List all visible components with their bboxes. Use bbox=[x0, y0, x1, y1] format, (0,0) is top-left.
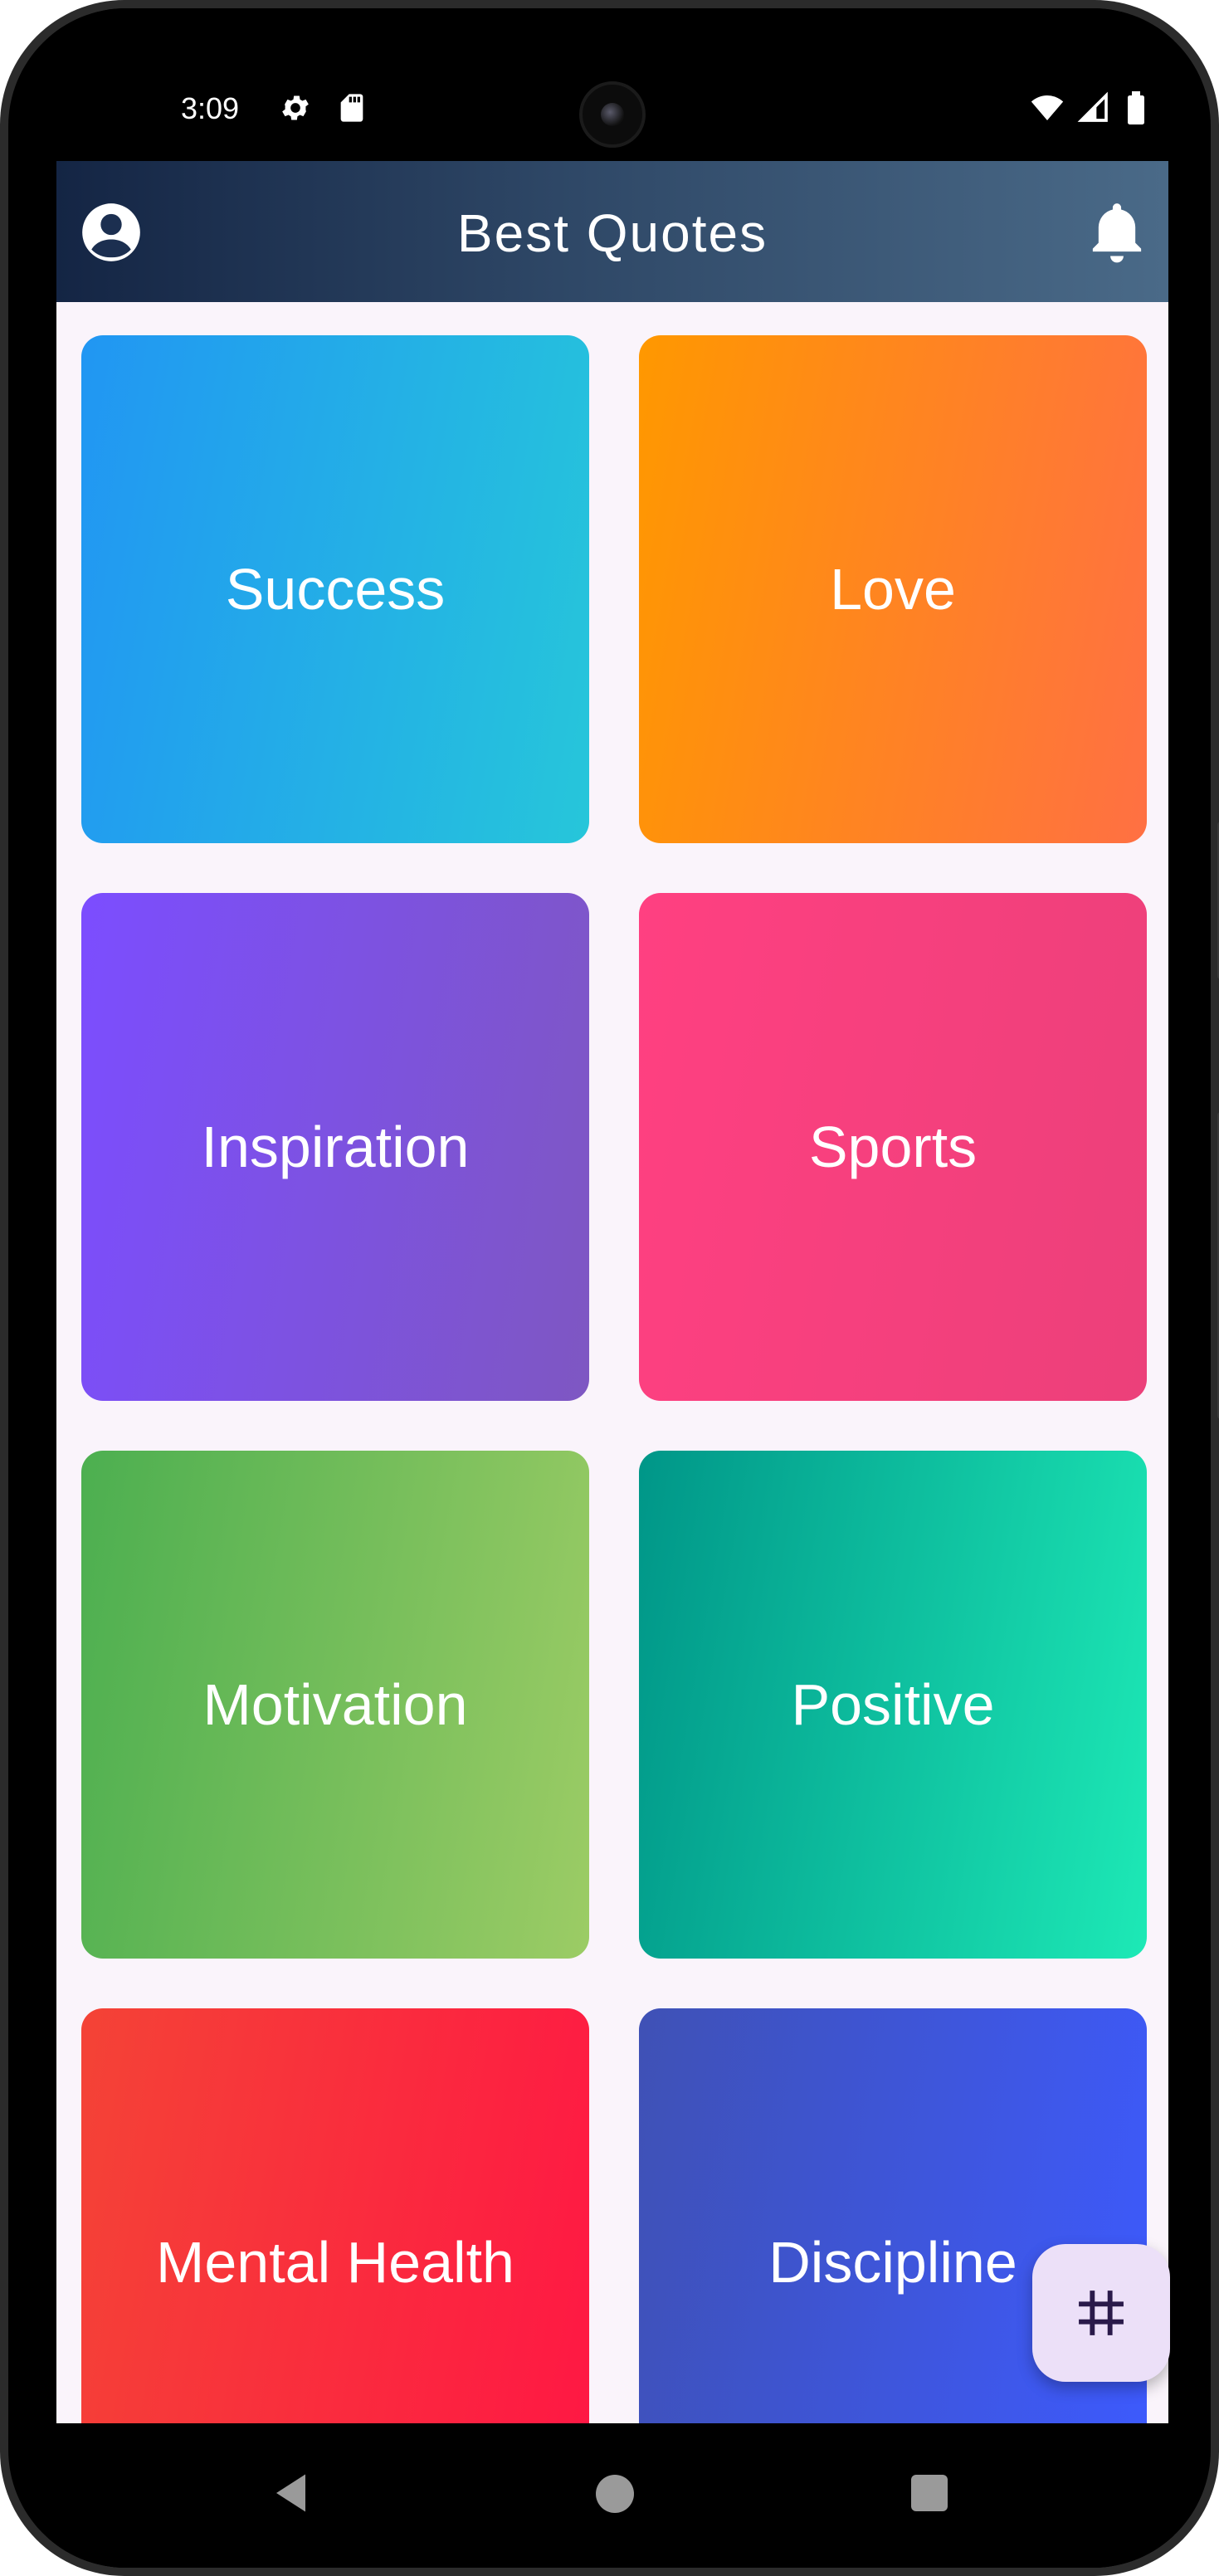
category-label: Mental Health bbox=[156, 2230, 514, 2295]
category-label: Positive bbox=[791, 1672, 995, 1737]
category-card-sports[interactable]: Sports bbox=[639, 893, 1147, 1401]
category-card-love[interactable]: Love bbox=[639, 335, 1147, 843]
category-label: Sports bbox=[808, 1115, 978, 1179]
settings-icon bbox=[282, 95, 309, 120]
grid-view-fab[interactable] bbox=[1032, 2244, 1170, 2382]
category-card-motivation[interactable]: Motivation bbox=[81, 1451, 589, 1959]
recents-icon[interactable] bbox=[911, 2475, 948, 2511]
category-card-mental-health[interactable]: Mental Health bbox=[81, 2008, 589, 2423]
sd-card-icon bbox=[340, 94, 363, 122]
status-time: 3:09 bbox=[181, 91, 240, 125]
bell-icon[interactable] bbox=[1085, 198, 1148, 267]
category-card-positive[interactable]: Positive bbox=[639, 1451, 1147, 1959]
screen: 3:09 Best Quotes Success Love Inspiratio… bbox=[48, 8, 1174, 2568]
page-title: Best Quotes bbox=[456, 203, 768, 263]
grid-icon bbox=[1079, 2291, 1124, 2335]
category-card-inspiration[interactable]: Inspiration bbox=[81, 893, 589, 1401]
category-card-success[interactable]: Success bbox=[81, 335, 589, 843]
home-icon[interactable] bbox=[596, 2475, 634, 2513]
back-icon[interactable] bbox=[268, 2468, 318, 2518]
phone-frame: 3:09 Best Quotes Success Love Inspiratio… bbox=[0, 0, 1219, 2576]
phone-bezel: 3:09 Best Quotes Success Love Inspiratio… bbox=[8, 8, 1211, 2568]
front-camera bbox=[579, 81, 646, 148]
signal-icon bbox=[1077, 91, 1108, 122]
battery-icon bbox=[1128, 91, 1144, 124]
category-label: Inspiration bbox=[201, 1115, 470, 1179]
status-bar: 3:09 bbox=[48, 8, 1174, 159]
category-grid: Success Love Inspiration Sports Motivati… bbox=[56, 302, 1168, 2423]
category-label: Discipline bbox=[768, 2230, 1017, 2295]
app-bar: Best Quotes bbox=[56, 161, 1168, 302]
category-label: Love bbox=[830, 557, 956, 622]
category-label: Motivation bbox=[202, 1672, 468, 1737]
navigation-bar bbox=[48, 2423, 1174, 2568]
wifi-icon bbox=[1031, 95, 1064, 120]
category-label: Success bbox=[225, 557, 446, 622]
